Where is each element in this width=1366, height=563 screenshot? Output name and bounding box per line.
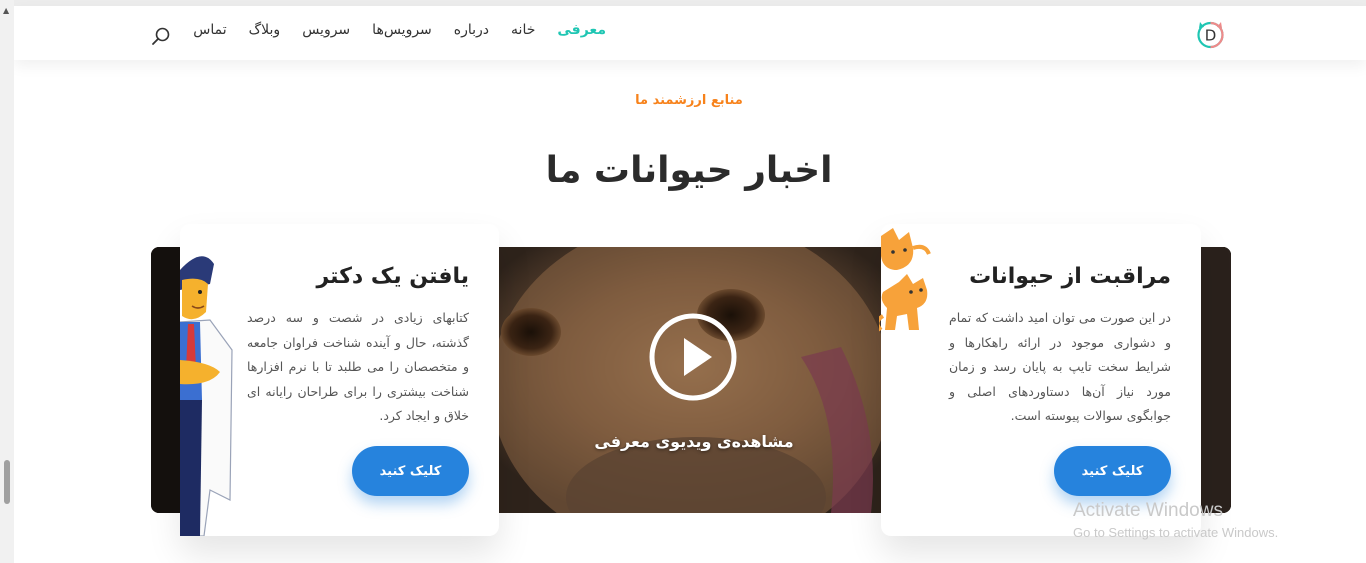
video-label[interactable]: مشاهده‌ی ویدیوی معرفی — [554, 432, 834, 451]
nav-service[interactable]: سرویس — [302, 22, 350, 38]
doctor-icon — [180, 256, 233, 536]
nav-contact[interactable]: تماس — [193, 22, 226, 38]
animal-care-button[interactable]: کلیک کنید — [1054, 446, 1171, 496]
scrollbar[interactable]: ▲ — [0, 0, 14, 563]
site-header: D معرفی خانه درباره سرویس‌ها سرویس وبلاگ… — [14, 6, 1366, 60]
logo-icon[interactable]: D — [1195, 18, 1226, 49]
card-animal-care: مراقبت از حیوانات در این صورت می توان ام… — [879, 224, 1201, 536]
logo-letter: D — [1205, 27, 1217, 45]
windows-activation-watermark: Activate Windows Go to Settings to activ… — [1073, 500, 1278, 540]
nav-intro[interactable]: معرفی — [557, 22, 606, 38]
card-text: در این صورت می توان امید داشت که تمام و … — [949, 310, 1171, 423]
search-icon[interactable] — [151, 26, 171, 46]
section-eyebrow: منابع ارزشمند ما — [635, 93, 743, 108]
watermark-line2: Go to Settings to activate Windows. — [1073, 525, 1279, 540]
card-title: مراقبت از حیوانات — [969, 264, 1171, 289]
find-doctor-button[interactable]: کلیک کنید — [352, 446, 469, 496]
nav-services[interactable]: سرویس‌ها — [372, 22, 432, 38]
watermark-line1: Activate Windows — [1073, 500, 1223, 521]
page: D معرفی خانه درباره سرویس‌ها سرویس وبلاگ… — [14, 0, 1366, 563]
nav-blog[interactable]: وبلاگ — [249, 22, 281, 38]
nav-home[interactable]: خانه — [511, 22, 535, 38]
card-title: یافتن یک دکتر — [316, 264, 469, 289]
scroll-thumb[interactable] — [4, 460, 10, 504]
play-icon[interactable] — [648, 312, 738, 402]
cats-icon — [879, 228, 931, 332]
scroll-up-icon[interactable]: ▲ — [3, 6, 9, 15]
card-find-doctor: یافتن یک دکتر کتابهای زیادی در شصت و سه … — [180, 224, 499, 536]
main-nav: معرفی خانه درباره سرویس‌ها سرویس وبلاگ ت… — [193, 22, 606, 38]
card-text: کتابهای زیادی در شصت و سه درصد گذشته، حا… — [247, 310, 469, 423]
nav-about[interactable]: درباره — [454, 22, 489, 38]
section-title: اخبار حیوانات ما — [545, 150, 833, 191]
